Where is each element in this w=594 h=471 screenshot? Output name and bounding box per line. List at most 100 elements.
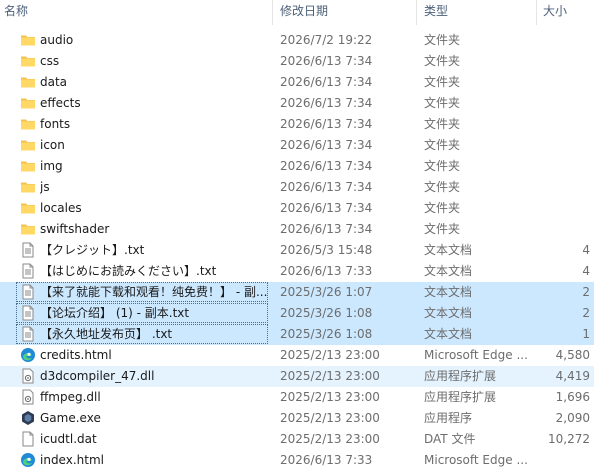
edge-icon [20, 347, 36, 363]
file-size: 4,580 [555, 348, 590, 362]
text-file-icon [20, 263, 36, 279]
folder-icon [20, 53, 36, 69]
file-row[interactable]: 【はじめにお読みください】.txt 2026/6/13 7:33 文本文档 4 [0, 261, 594, 282]
file-row[interactable]: fonts 2026/6/13 7:34 文件夹 [0, 114, 594, 135]
file-modified: 2025/3/26 1:08 [280, 306, 373, 320]
file-row[interactable]: 【クレジット】.txt 2026/5/3 15:48 文本文档 4 [0, 240, 594, 261]
file-type: 文件夹 [424, 159, 461, 173]
file-name: css [40, 54, 60, 68]
file-name: audio [40, 33, 74, 47]
file-row[interactable]: js 2026/6/13 7:34 文件夹 [0, 177, 594, 198]
dll-file-icon [20, 368, 36, 384]
file-name: icudtl.dat [40, 432, 97, 446]
file-modified: 2026/5/3 15:48 [280, 243, 373, 257]
file-name: 【论坛介绍】 (1) - 副本.txt [40, 306, 190, 320]
file-name: 【はじめにお読みください】.txt [40, 264, 217, 278]
file-row[interactable]: css 2026/6/13 7:34 文件夹 [0, 51, 594, 72]
file-type: 文件夹 [424, 75, 461, 89]
text-file-icon [20, 242, 36, 258]
file-type: 应用程序扩展 [424, 369, 497, 383]
file-row[interactable]: icon 2026/6/13 7:34 文件夹 [0, 135, 594, 156]
column-divider[interactable] [536, 0, 537, 25]
file-type: 文件夹 [424, 180, 461, 194]
file-size: 4,419 [555, 369, 590, 383]
file-row[interactable]: audio 2026/7/2 19:22 文件夹 [0, 30, 594, 51]
file-name: Game.exe [40, 411, 101, 425]
file-row[interactable]: 【永久地址发布页】 .txt 2025/3/26 1:08 文本文档 1 [0, 324, 594, 345]
file-name: img [40, 159, 63, 173]
file-row[interactable]: 【论坛介绍】 (1) - 副本.txt 2025/3/26 1:08 文本文档 2 [0, 303, 594, 324]
file-name: 【来了就能下载和观看！纯免费！】 - 副... [40, 285, 268, 299]
column-divider[interactable] [272, 0, 273, 25]
sort-ascending-icon: ^ [140, 0, 148, 4]
folder-icon [20, 179, 36, 195]
folder-icon [20, 116, 36, 132]
file-type: 文件夹 [424, 33, 461, 47]
file-type: 文件夹 [424, 117, 461, 131]
file-modified: 2026/7/2 19:22 [280, 33, 373, 47]
file-size: 2 [582, 306, 590, 320]
file-type: 文本文档 [424, 264, 473, 278]
file-type: 文本文档 [424, 285, 473, 299]
file-type: 应用程序扩展 [424, 390, 497, 404]
file-row[interactable]: icudtl.dat 2025/2/13 23:00 DAT 文件 10,272 [0, 429, 594, 450]
file-row[interactable]: d3dcompiler_47.dll 2025/2/13 23:00 应用程序扩展 4… [0, 366, 594, 387]
file-row[interactable]: ffmpeg.dll 2025/2/13 23:00 应用程序扩展 1,696 [0, 387, 594, 408]
file-size: 1,696 [555, 390, 590, 404]
file-type: Microsoft Edge ... [424, 453, 528, 467]
file-type: 文件夹 [424, 138, 461, 152]
file-name: effects [40, 96, 81, 110]
column-header-size[interactable]: 大小 [543, 0, 567, 25]
file-type: 文件夹 [424, 201, 461, 215]
file-size: 4 [582, 264, 590, 278]
folder-icon [20, 137, 36, 153]
file-row[interactable]: data 2026/6/13 7:34 文件夹 [0, 72, 594, 93]
game-exe-icon [20, 410, 36, 426]
file-type: 文本文档 [424, 327, 473, 341]
column-header-name[interactable]: 名称 [4, 0, 28, 25]
folder-icon [20, 221, 36, 237]
file-modified: 2025/3/26 1:08 [280, 327, 373, 341]
file-row[interactable]: img 2026/6/13 7:34 文件夹 [0, 156, 594, 177]
file-type: 应用程序 [424, 411, 473, 425]
file-modified: 2025/2/13 23:00 [280, 432, 380, 446]
file-row[interactable]: 【来了就能下载和观看！纯免费！】 - 副... 2025/3/26 1:07 文本文… [0, 282, 594, 303]
folder-icon [20, 95, 36, 111]
file-row[interactable]: effects 2026/6/13 7:34 文件夹 [0, 93, 594, 114]
file-row[interactable]: Game.exe 2025/2/13 23:00 应用程序 2,090 [0, 408, 594, 429]
file-name: locales [40, 201, 82, 215]
edge-icon [20, 452, 36, 468]
file-name: d3dcompiler_47.dll [40, 369, 155, 383]
folder-icon [20, 32, 36, 48]
file-modified: 2026/6/13 7:34 [280, 96, 373, 110]
file-icon [20, 431, 36, 447]
column-header-modified[interactable]: 修改日期 [280, 0, 328, 25]
file-modified: 2025/2/13 23:00 [280, 390, 380, 404]
folder-icon [20, 74, 36, 90]
file-type: DAT 文件 [424, 432, 476, 446]
folder-icon [20, 158, 36, 174]
file-size: 2,090 [555, 411, 590, 425]
text-file-icon [20, 326, 36, 342]
file-row[interactable]: credits.html 2025/2/13 23:00 Microsoft Edg… [0, 345, 594, 366]
file-row[interactable]: index.html 2026/6/13 7:33 Microsoft Edge .… [0, 450, 594, 471]
column-header-type[interactable]: 类型 [424, 0, 448, 25]
file-row[interactable]: swiftshader 2026/6/13 7:34 文件夹 [0, 219, 594, 240]
column-divider[interactable] [416, 0, 417, 25]
file-modified: 2025/2/13 23:00 [280, 411, 380, 425]
file-name: swiftshader [40, 222, 110, 236]
text-file-icon [20, 284, 36, 300]
file-modified: 2026/6/13 7:34 [280, 201, 373, 215]
file-name: fonts [40, 117, 71, 131]
file-type: 文本文档 [424, 306, 473, 320]
file-size: 1 [582, 327, 590, 341]
file-row[interactable]: locales 2026/6/13 7:34 文件夹 [0, 198, 594, 219]
dll-file-icon [20, 389, 36, 405]
file-modified: 2026/6/13 7:33 [280, 453, 373, 467]
file-modified: 2026/6/13 7:34 [280, 180, 373, 194]
file-modified: 2026/6/13 7:34 [280, 54, 373, 68]
file-modified: 2025/3/26 1:07 [280, 285, 373, 299]
file-name: 【永久地址发布页】 .txt [40, 327, 173, 341]
file-name: 【クレジット】.txt [40, 243, 145, 257]
file-modified: 2025/2/13 23:00 [280, 369, 380, 383]
